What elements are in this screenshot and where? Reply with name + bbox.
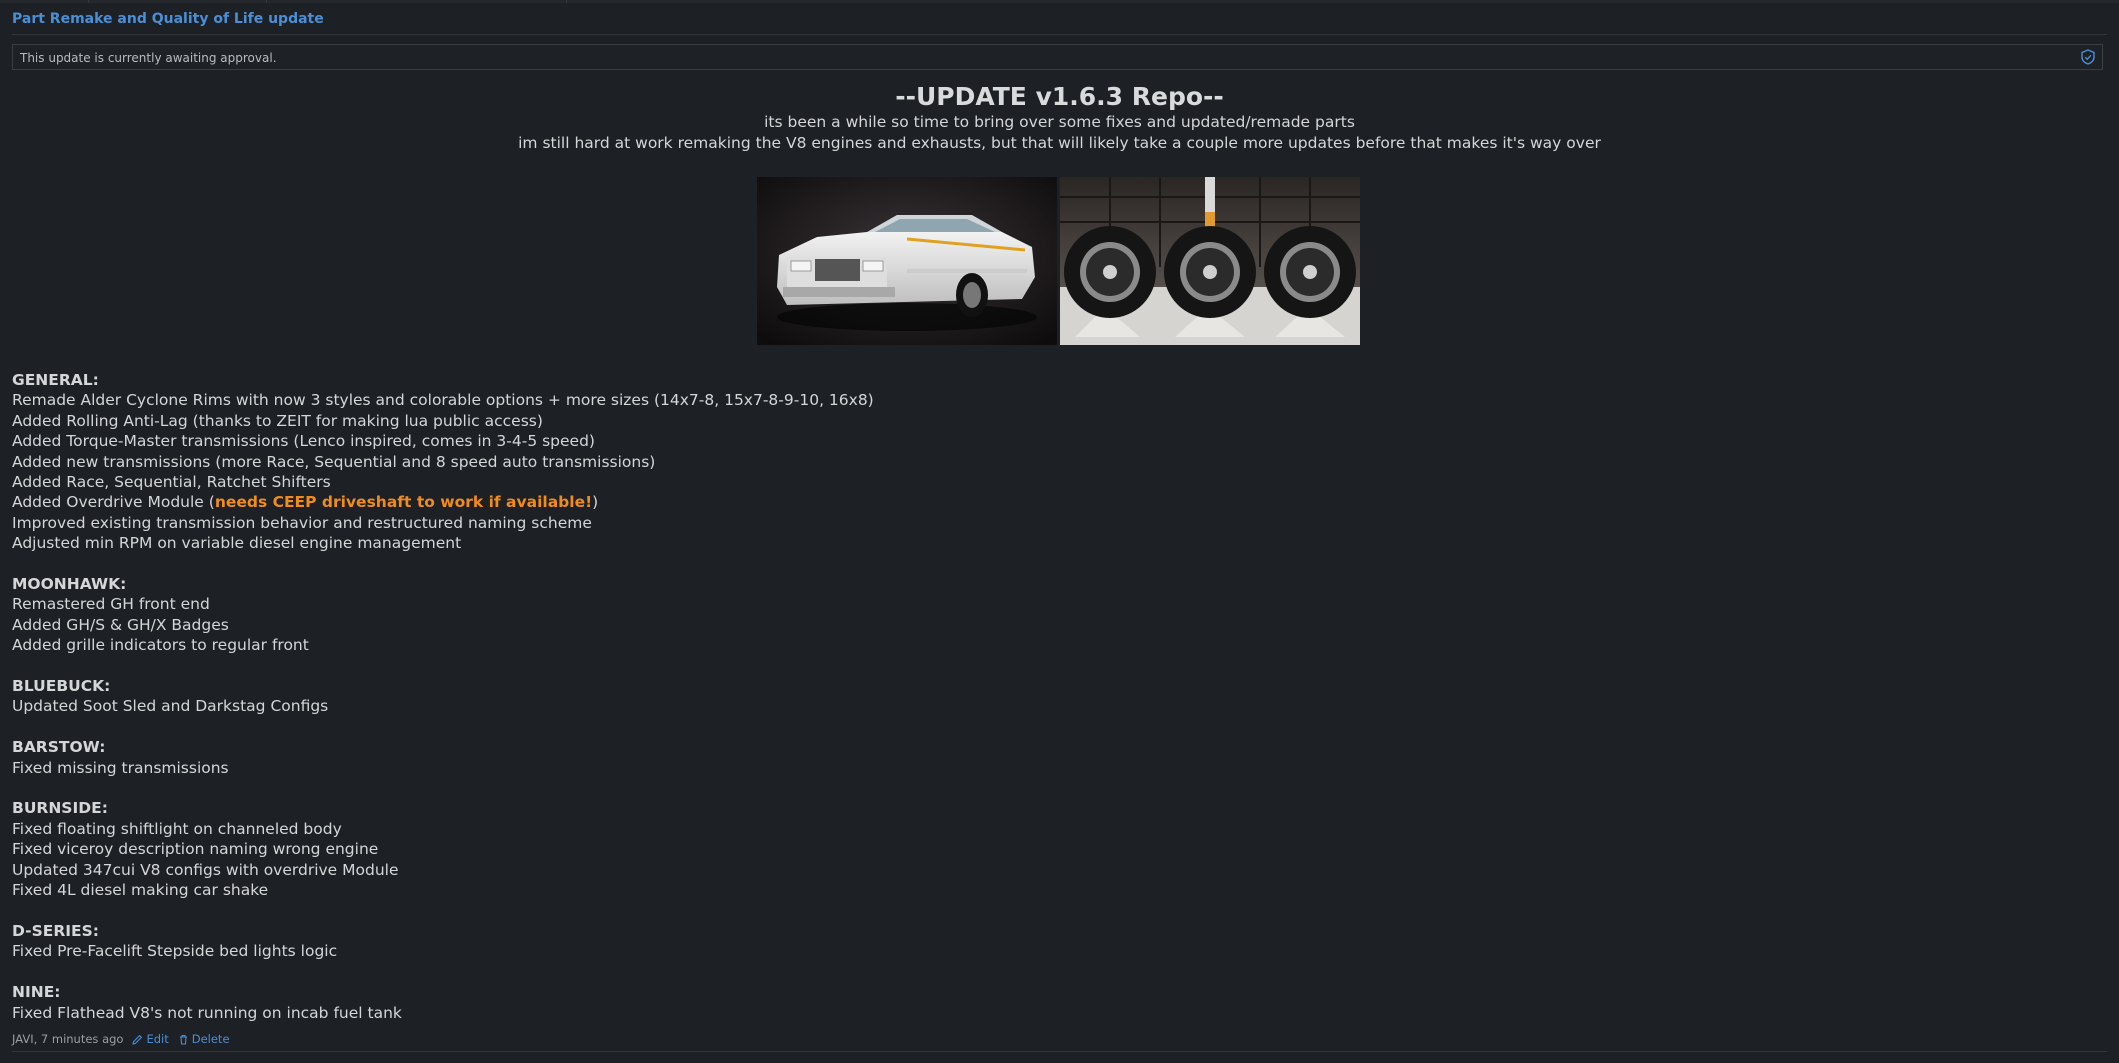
changelog-line: Updated 347cui V8 configs with overdrive… <box>12 860 399 879</box>
update-heading: --UPDATE v1.6.3 Repo-- <box>895 82 1224 111</box>
edit-label: Edit <box>146 1032 169 1046</box>
changelog-line: Added new transmissions (more Race, Sequ… <box>12 452 656 471</box>
section-title: D-SERIES: <box>12 921 99 940</box>
changelog-line: Added Rolling Anti-Lag (thanks to ZEIT f… <box>12 411 543 430</box>
changelog-line: Fixed floating shiftlight on channeled b… <box>12 819 342 838</box>
post-footer: JAVI, 7 minutes ago Edit Delete <box>12 1032 230 1046</box>
intro-line-2: im still hard at work remaking the V8 en… <box>518 134 1601 152</box>
changelog-line: Added Overdrive Module (needs CEEP drive… <box>12 492 874 512</box>
car-screenshot[interactable] <box>757 177 1057 345</box>
changelog-section: D-SERIES: Fixed Pre-Facelift Stepside bed… <box>12 921 874 962</box>
changelog-section: BURNSIDE: Fixed floating shiftlight on ch… <box>12 798 874 900</box>
section-title: MOONHAWK: <box>12 575 127 594</box>
divider <box>12 34 2107 35</box>
changelog-section: MOONHAWK: Remastered GH front end Added GH… <box>12 574 874 656</box>
approval-notice-text: This update is currently awaiting approv… <box>20 51 277 65</box>
changelog-line: Added GH/S & GH/X Badges <box>12 615 229 634</box>
edit-button[interactable]: Edit <box>132 1032 169 1046</box>
changelog-line: Updated Soot Sled and Darkstag Configs <box>12 697 329 716</box>
section-title: BLUEBUCK: <box>12 677 111 696</box>
changelog-line: Remastered GH front end <box>12 595 210 614</box>
delete-label: Delete <box>191 1032 230 1046</box>
shield-check-icon <box>2081 49 2095 65</box>
section-title: NINE: <box>12 983 61 1002</box>
changelog-section: BLUEBUCK: Updated Soot Sled and Darkstag … <box>12 676 874 717</box>
pencil-icon <box>132 1034 143 1045</box>
changelog-body: GENERAL: Remade Alder Cyclone Rims with n… <box>12 370 874 1023</box>
post-meta: JAVI, 7 minutes ago <box>12 1032 124 1046</box>
changelog-line: Fixed Pre-Facelift Stepside bed lights l… <box>12 942 338 961</box>
changelog-line: Added Torque-Master transmissions (Lenco… <box>12 432 595 451</box>
approval-notice: This update is currently awaiting approv… <box>12 44 2103 70</box>
update-title[interactable]: Part Remake and Quality of Life update <box>12 11 324 27</box>
changelog-line: Adjusted min RPM on variable diesel engi… <box>12 534 462 553</box>
changelog-line: Remade Alder Cyclone Rims with now 3 sty… <box>12 391 874 410</box>
changelog-line: Fixed Flathead V8's not running on incab… <box>12 1003 402 1022</box>
top-tab-strip <box>0 0 2119 3</box>
section-title: BARSTOW: <box>12 738 106 757</box>
changelog-line: Fixed missing transmissions <box>12 758 229 777</box>
changelog-section: GENERAL: Remade Alder Cyclone Rims with n… <box>12 370 874 554</box>
trash-icon <box>179 1034 187 1045</box>
changelog-section: NINE: Fixed Flathead V8's not running on … <box>12 982 874 1023</box>
tab-segment[interactable] <box>266 0 567 3</box>
tab-segment[interactable] <box>0 0 89 3</box>
tab-segment[interactable] <box>88 0 267 3</box>
delete-button[interactable]: Delete <box>178 1032 230 1046</box>
line-text: Added Overdrive Module ( <box>12 493 215 512</box>
changelog-line: Improved existing transmission behavior … <box>12 513 592 532</box>
intro-line-1: its been a while so time to bring over s… <box>764 113 1355 131</box>
divider <box>12 1051 2107 1052</box>
changelog-line: Added grille indicators to regular front <box>12 636 309 655</box>
changelog-line: Fixed viceroy description naming wrong e… <box>12 840 379 859</box>
warning-text: needs CEEP driveshaft to work if availab… <box>214 493 593 512</box>
section-title: GENERAL: <box>12 371 99 389</box>
wheels-screenshot[interactable] <box>1060 177 1360 345</box>
changelog-line: Added Race, Sequential, Ratchet Shifters <box>12 473 331 492</box>
changelog-section: BARSTOW: Fixed missing transmissions <box>12 737 874 778</box>
line-text: ) <box>592 493 599 512</box>
section-title: BURNSIDE: <box>12 799 108 818</box>
changelog-line: Fixed 4L diesel making car shake <box>12 881 269 900</box>
